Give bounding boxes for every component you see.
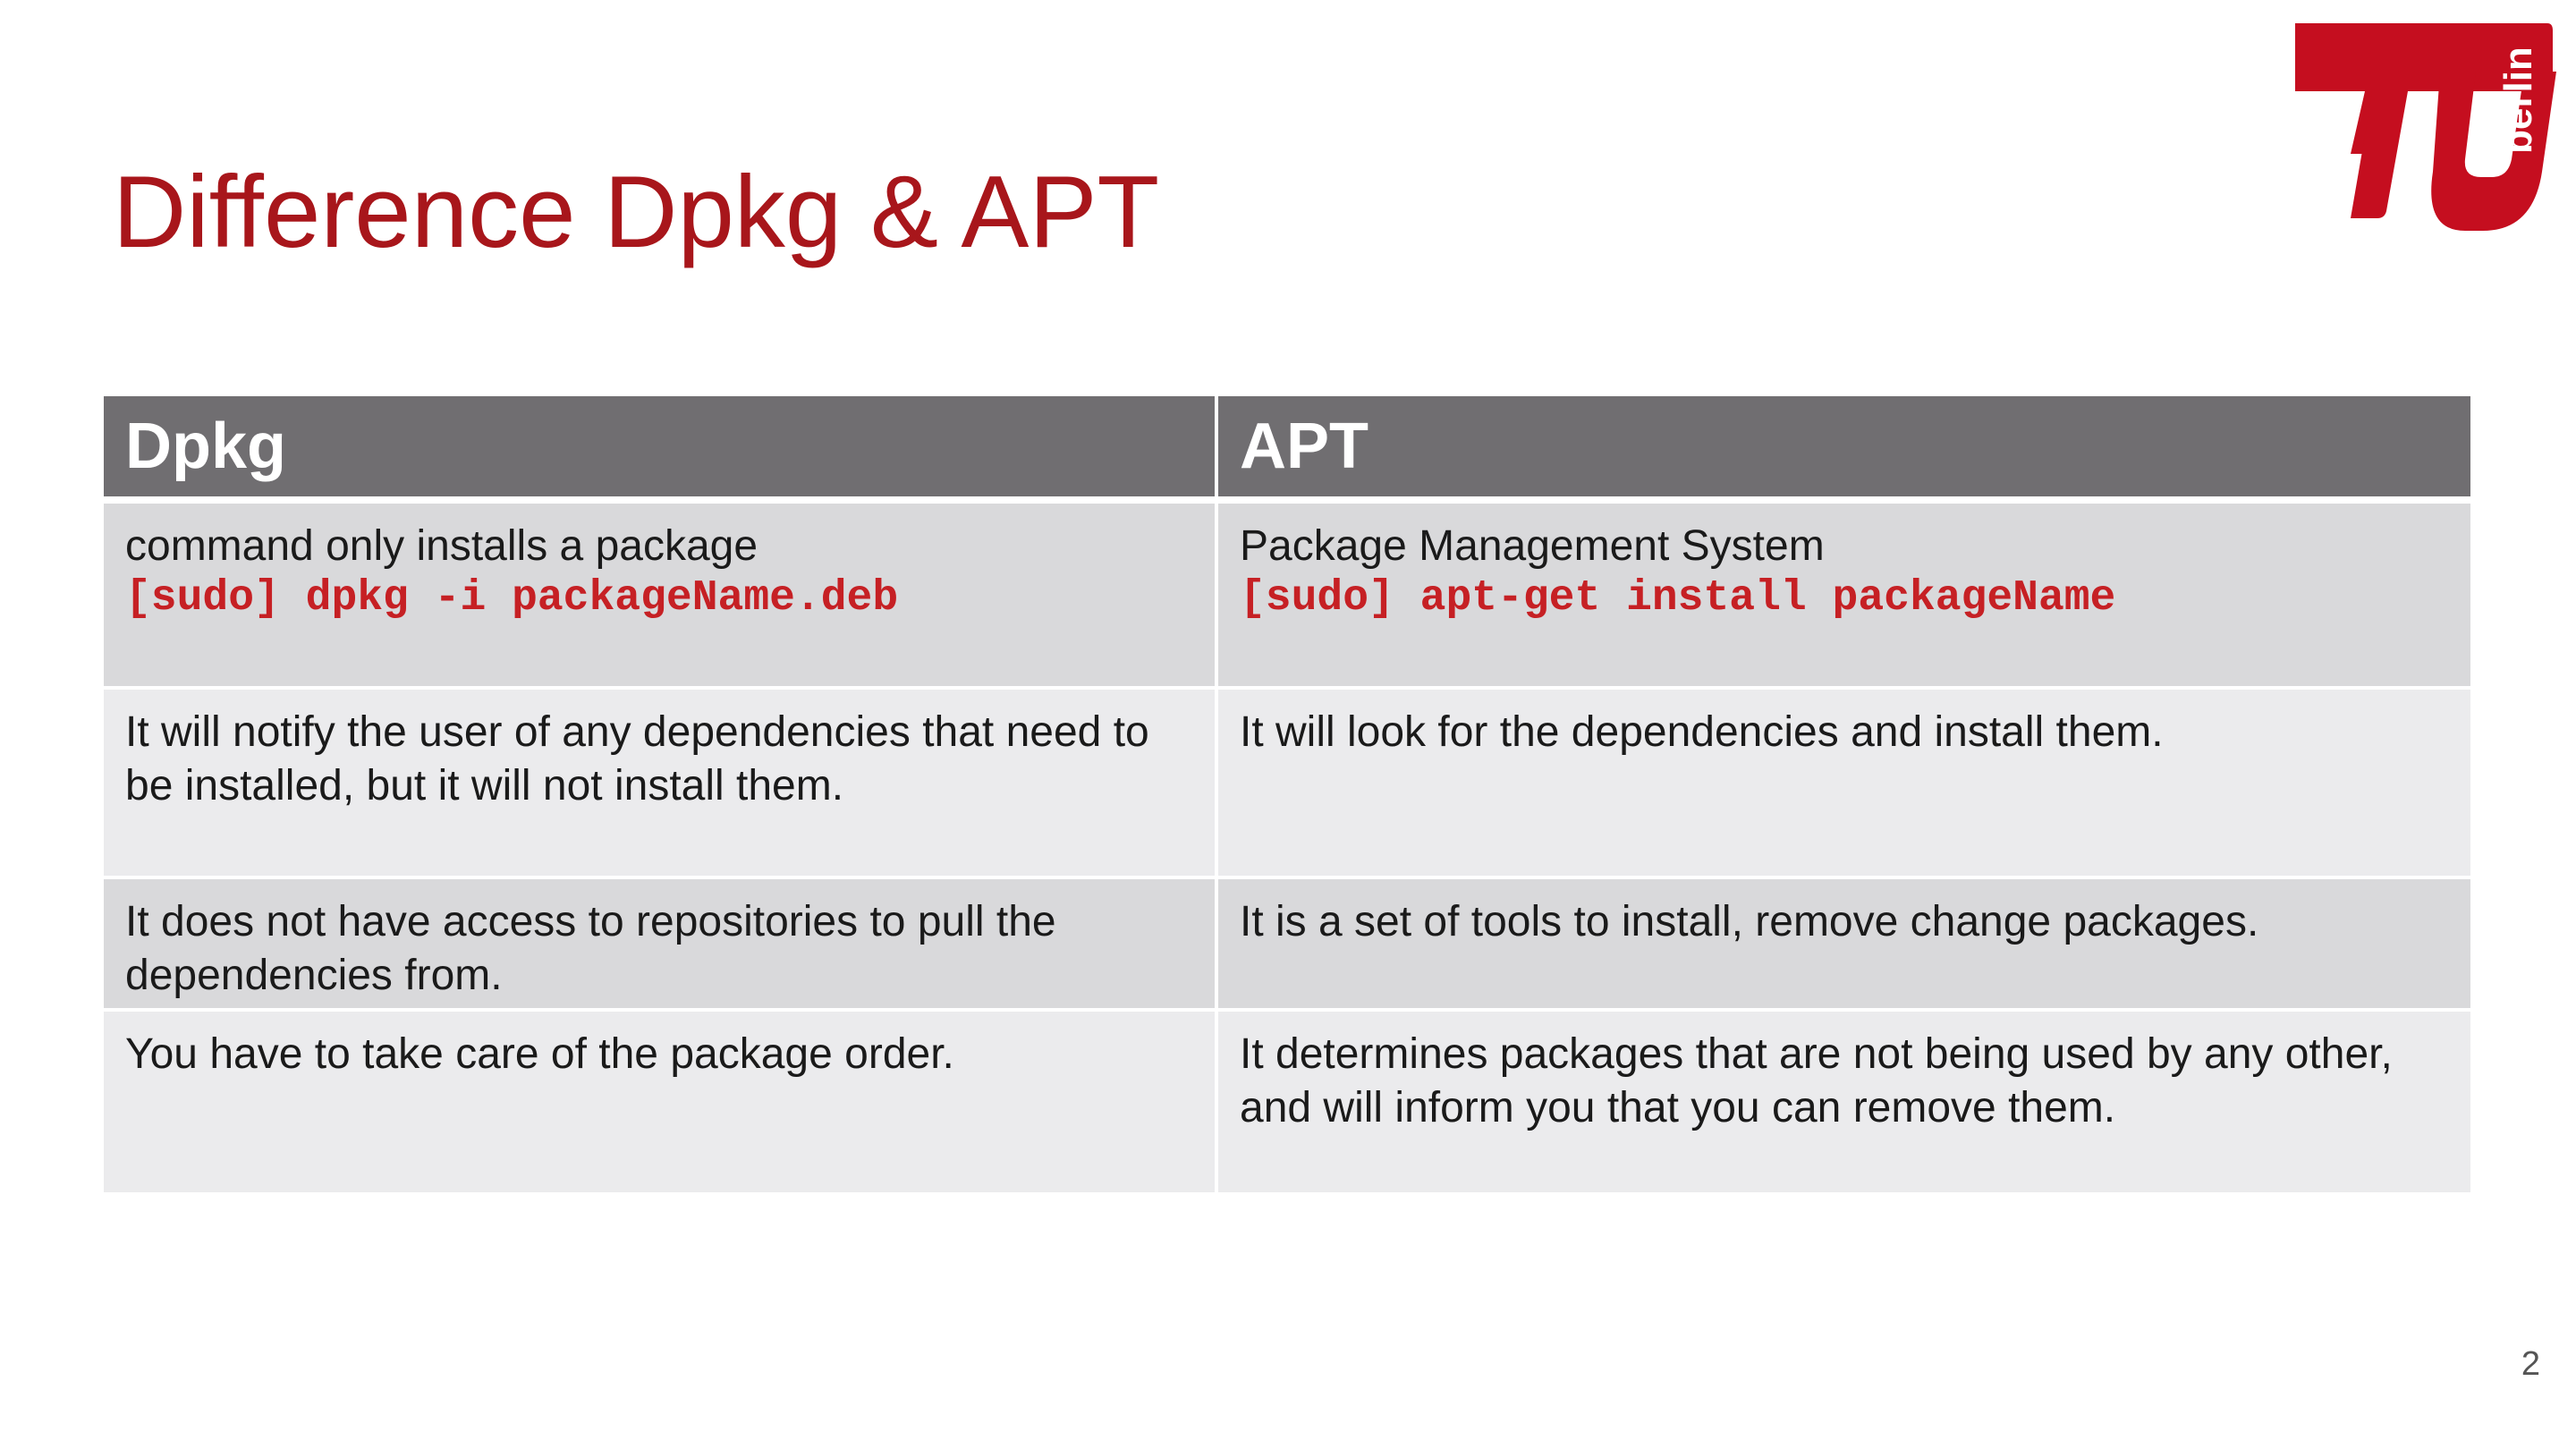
dpkg-cell: command only installs a package [sudo] d… <box>104 504 1215 690</box>
header-apt: APT <box>1215 396 2470 504</box>
cell-text: It will notify the user of any dependenc… <box>125 708 1149 809</box>
comparison-table: Dpkg APT command only installs a package… <box>104 396 2470 1196</box>
cell-text: You have to take care of the package ord… <box>125 1030 954 1078</box>
cell-text: It determines packages that are not bein… <box>1240 1030 2393 1131</box>
cell-text: Package Management System <box>1240 522 1825 570</box>
table-header-row: Dpkg APT <box>104 396 2470 504</box>
page-number: 2 <box>2521 1345 2540 1383</box>
apt-cell: It is a set of tools to install, remove … <box>1215 879 2470 1012</box>
tu-berlin-logo-icon: berlin <box>2295 23 2556 231</box>
apt-cell: It will look for the dependencies and in… <box>1215 690 2470 879</box>
cell-text: It is a set of tools to install, remove … <box>1240 898 2259 945</box>
header-dpkg: Dpkg <box>104 396 1215 504</box>
dpkg-cell: You have to take care of the package ord… <box>104 1012 1215 1196</box>
cell-text: It does not have access to repositories … <box>125 898 1056 999</box>
table-row: It does not have access to repositories … <box>104 879 2470 1012</box>
apt-cell: Package Management System [sudo] apt-get… <box>1215 504 2470 690</box>
table-row: command only installs a package [sudo] d… <box>104 504 2470 690</box>
dpkg-cell: It will notify the user of any dependenc… <box>104 690 1215 879</box>
apt-command: [sudo] apt-get install packageName <box>1240 574 2116 623</box>
table-row: You have to take care of the package ord… <box>104 1012 2470 1196</box>
logo-wordmark: berlin <box>2496 47 2540 154</box>
cell-text: It will look for the dependencies and in… <box>1240 708 2164 756</box>
table-row: It will notify the user of any dependenc… <box>104 690 2470 879</box>
dpkg-command: [sudo] dpkg -i packageName.deb <box>125 574 899 623</box>
dpkg-cell: It does not have access to repositories … <box>104 879 1215 1012</box>
slide-title: Difference Dpkg & APT <box>113 156 1160 269</box>
cell-text: command only installs a package <box>125 522 758 570</box>
apt-cell: It determines packages that are not bein… <box>1215 1012 2470 1196</box>
